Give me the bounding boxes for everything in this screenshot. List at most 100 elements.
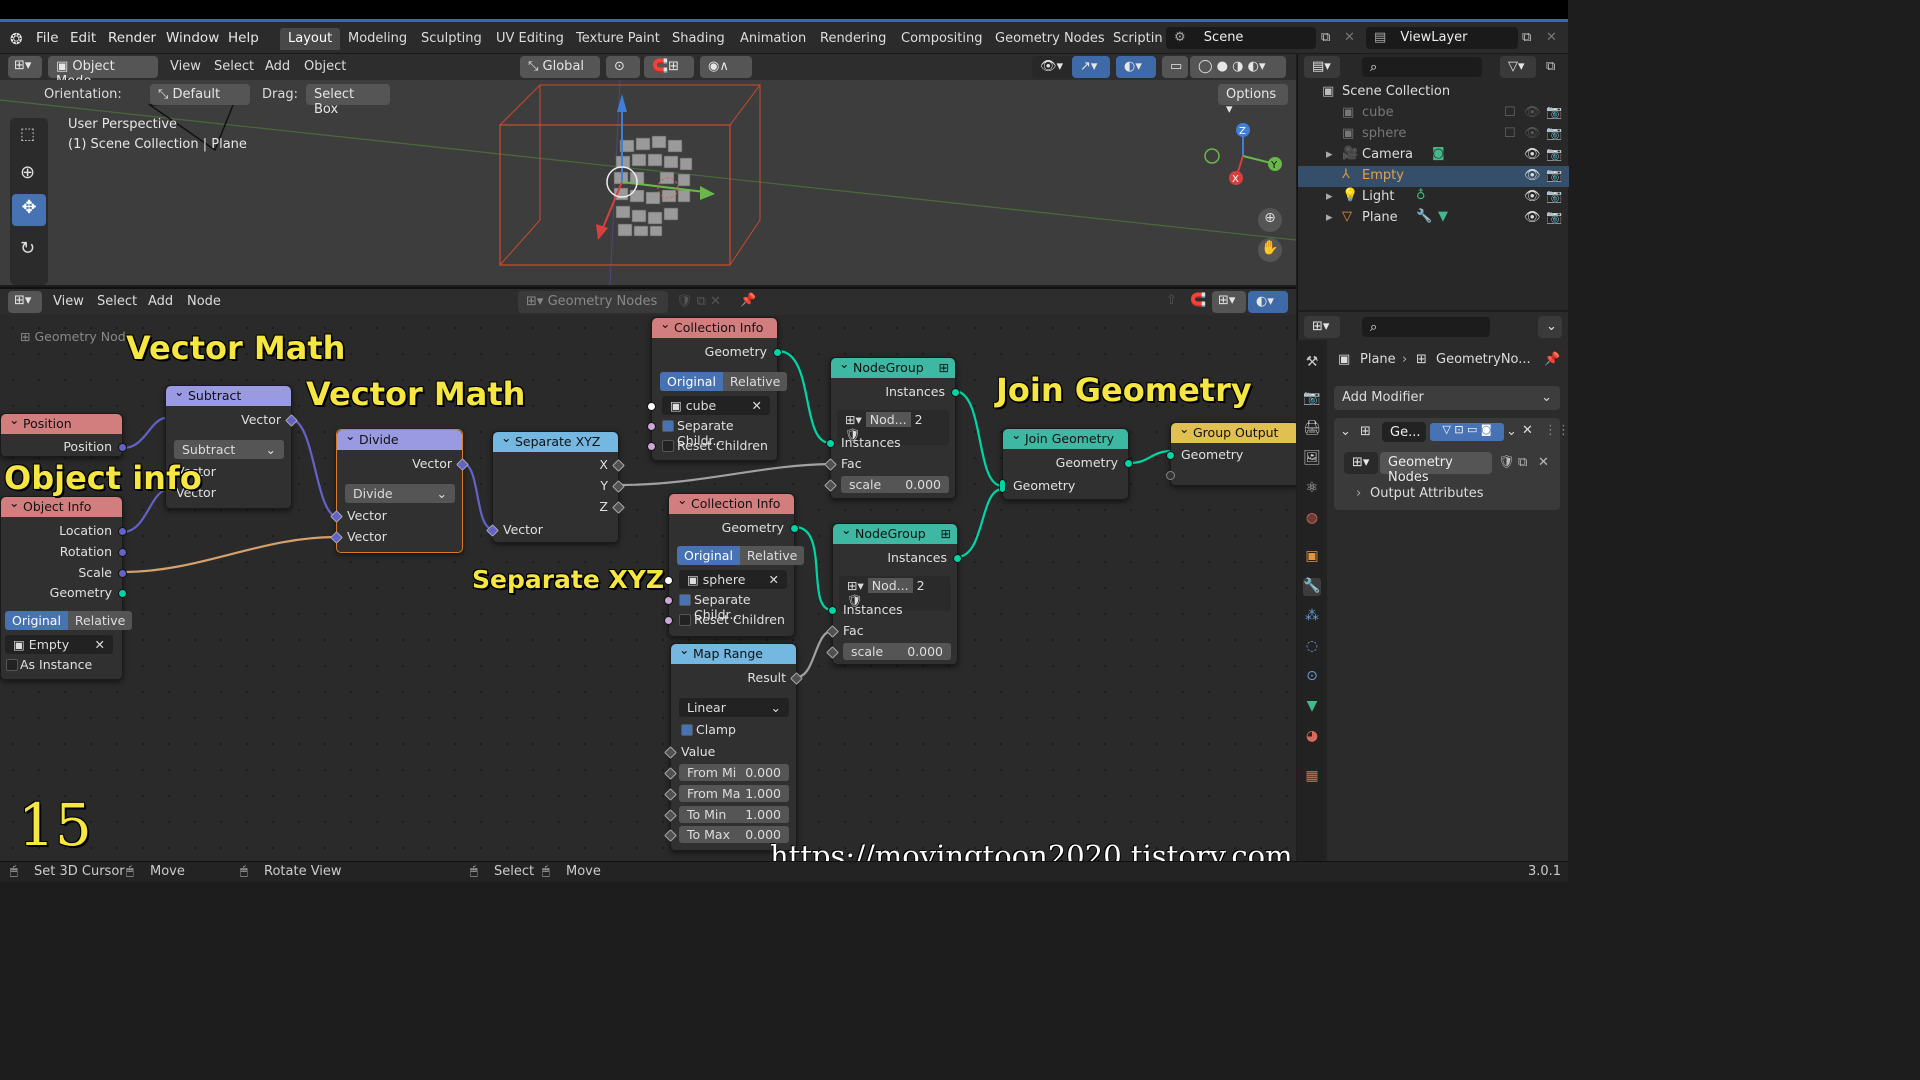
modifier-tab-icon[interactable]: 🔧 bbox=[1303, 578, 1321, 596]
input-socket[interactable] bbox=[826, 439, 835, 448]
snap-icon[interactable]: 🧲⊞ bbox=[644, 56, 694, 78]
new-collection-icon[interactable]: ⧉ bbox=[1546, 59, 1555, 74]
as-instance-checkbox[interactable] bbox=[6, 659, 18, 671]
outliner-row-camera[interactable]: ▸ 🎥 Camera ◙ 👁 📷 bbox=[1298, 145, 1569, 166]
reset-children-checkbox[interactable] bbox=[662, 440, 674, 452]
from-min-field[interactable]: From Mi 0.000 bbox=[679, 764, 789, 781]
tab-uv-editing[interactable]: UV Editing bbox=[488, 28, 572, 50]
navigation-gizmo[interactable]: Z Y X bbox=[1198, 116, 1288, 196]
relative-option[interactable]: Relative bbox=[739, 546, 805, 565]
orientation-dropdown[interactable]: ⤡ Default bbox=[150, 84, 250, 105]
node-map-range[interactable]: Map Range Result Linear⌄ Clamp Value Fro… bbox=[664, 642, 803, 851]
snap-icon[interactable]: 🧲 bbox=[1190, 293, 1206, 308]
separate-children-checkbox[interactable] bbox=[679, 594, 691, 606]
exclude-checkbox[interactable]: ☐ bbox=[1504, 105, 1516, 120]
particles-tab-icon[interactable]: ⁂ bbox=[1303, 608, 1321, 626]
menu-edit[interactable]: Edit bbox=[70, 30, 96, 46]
input-socket[interactable] bbox=[664, 616, 673, 625]
output-socket[interactable] bbox=[118, 548, 127, 557]
viewlayer-selector[interactable]: ▤ ViewLayer bbox=[1366, 27, 1518, 49]
add-modifier-button[interactable]: Add Modifier ⌄ bbox=[1334, 386, 1560, 410]
new-viewlayer-icon[interactable]: ⧉ bbox=[1522, 30, 1531, 45]
snap-type-icon[interactable]: ⊞▾ bbox=[1212, 291, 1246, 313]
reset-children-checkbox[interactable] bbox=[679, 614, 691, 626]
options-button[interactable]: Options ▾ bbox=[1218, 84, 1288, 117]
gizmo-icon[interactable]: ↗▾ bbox=[1072, 56, 1110, 78]
to-min-field[interactable]: To Min 1.000 bbox=[679, 806, 789, 823]
overlay-icon[interactable]: ◐▾ bbox=[1116, 56, 1156, 78]
object-tab-icon[interactable]: ▣ bbox=[1303, 548, 1321, 566]
menu-window[interactable]: Window bbox=[166, 30, 219, 46]
menu-render[interactable]: Render bbox=[108, 30, 156, 46]
original-option[interactable]: Original bbox=[677, 546, 740, 565]
material-tab-icon[interactable]: ◕ bbox=[1303, 728, 1321, 746]
constraints-tab-icon[interactable]: ⊙ bbox=[1303, 668, 1321, 686]
modifier-name-input[interactable]: Ge... bbox=[1382, 422, 1426, 442]
viewport-menu-add[interactable]: Add bbox=[265, 59, 290, 74]
camera-render-icon[interactable]: 📷 bbox=[1546, 105, 1562, 120]
fake-user-icon[interactable]: 🛡 ⧉ ✕ bbox=[676, 294, 721, 309]
node-nodegroup-2[interactable]: NodeGroup⊞ Instances ⊞▾ Nod... 2 🛡 Insta… bbox=[826, 522, 962, 665]
new-scene-icon[interactable]: ⧉ bbox=[1321, 30, 1330, 45]
eye-icon[interactable]: 👁 bbox=[1524, 210, 1541, 225]
node-nodegroup-1[interactable]: NodeGroup⊞ Instances ⊞▾ Nod... 2 🛡 Insta… bbox=[824, 356, 960, 499]
input-socket[interactable] bbox=[647, 402, 656, 411]
tab-animation[interactable]: Animation bbox=[732, 28, 814, 50]
output-socket[interactable] bbox=[773, 348, 782, 357]
outliner-editor-icon[interactable]: ▤▾ bbox=[1304, 56, 1340, 78]
outliner-row-empty[interactable]: ⅄ Empty 👁 📷 bbox=[1298, 166, 1569, 187]
transform-orientation[interactable]: ⤡ Global bbox=[520, 56, 600, 78]
xray-icon[interactable]: ▭ bbox=[1162, 56, 1188, 78]
rotate-tool-icon[interactable]: ↻ bbox=[20, 238, 35, 259]
node-header[interactable]: Object Info bbox=[1, 495, 122, 517]
eye-icon[interactable]: 👁 bbox=[1524, 126, 1541, 141]
tab-rendering[interactable]: Rendering bbox=[812, 28, 894, 50]
original-option[interactable]: Original bbox=[660, 372, 723, 391]
remove-viewlayer-icon[interactable]: ✕ bbox=[1546, 30, 1557, 45]
node-menu-select[interactable]: Select bbox=[97, 294, 137, 309]
parent-tree-icon[interactable]: ⇧ bbox=[1166, 293, 1177, 308]
pin-icon[interactable]: 📌 bbox=[1544, 352, 1560, 367]
outliner-row-plane[interactable]: ▸ ▽ Plane 🔧 ▼ 👁 📷 bbox=[1298, 208, 1569, 229]
overlay-icon[interactable]: ◐▾ bbox=[1248, 291, 1288, 313]
clamp-checkbox[interactable] bbox=[681, 724, 693, 736]
input-socket[interactable] bbox=[1166, 471, 1175, 480]
modifier-toggles[interactable]: ▽ ⊡ ▭ ◙ bbox=[1430, 423, 1504, 441]
input-socket[interactable] bbox=[664, 596, 673, 605]
remove-scene-icon[interactable]: ✕ bbox=[1344, 30, 1355, 45]
node-header[interactable]: Map Range bbox=[671, 642, 796, 664]
node-separate-xyz[interactable]: Separate XYZ X Y Z Vector bbox=[486, 430, 625, 543]
operation-dropdown[interactable]: Divide ⌄ bbox=[345, 484, 455, 503]
eye-icon[interactable]: 👁 bbox=[1524, 168, 1541, 183]
node-header[interactable]: Collection Info bbox=[669, 492, 794, 514]
outliner-row-scene-collection[interactable]: ▣ Scene Collection bbox=[1298, 82, 1569, 103]
unlink-icon[interactable]: ✕ bbox=[1538, 455, 1549, 470]
node-menu-view[interactable]: View bbox=[53, 294, 84, 309]
viewport-3d[interactable]: User Perspective (1) Scene Collection | … bbox=[0, 80, 1296, 285]
collection-field[interactable]: ▣ cube ✕ bbox=[662, 396, 770, 415]
drag-dropdown[interactable]: Select Box bbox=[306, 84, 390, 117]
render-tab-icon[interactable]: 📷 bbox=[1303, 390, 1321, 408]
input-socket[interactable] bbox=[1166, 451, 1175, 460]
outliner-row-light[interactable]: ▸ 💡 Light ♁ 👁 📷 bbox=[1298, 187, 1569, 208]
dropdown-icon[interactable]: ⌄ bbox=[1506, 424, 1517, 439]
tab-sculpting[interactable]: Sculpting bbox=[413, 28, 490, 50]
node-header[interactable]: NodeGroup ⊞ bbox=[831, 356, 955, 378]
node-header[interactable]: Join Geometry bbox=[1003, 427, 1128, 449]
eye-icon[interactable]: 👁 bbox=[1524, 189, 1541, 204]
viewport-menu-view[interactable]: View bbox=[170, 59, 201, 74]
pan-hand-icon[interactable]: ✋ bbox=[1258, 238, 1282, 262]
clear-icon[interactable]: ✕ bbox=[752, 398, 762, 413]
pin-icon[interactable]: 📌 bbox=[740, 293, 756, 308]
input-socket[interactable] bbox=[647, 442, 656, 451]
scene-selector[interactable]: ⚙ Scene bbox=[1166, 27, 1316, 49]
node-header[interactable]: Position bbox=[1, 412, 122, 434]
node-header[interactable]: Separate XYZ bbox=[493, 430, 618, 452]
original-option[interactable]: Original bbox=[5, 611, 68, 630]
blender-logo-icon[interactable]: ❂ bbox=[10, 30, 23, 48]
texture-tab-icon[interactable]: ▦ bbox=[1303, 768, 1321, 786]
camera-render-icon[interactable]: 📷 bbox=[1546, 168, 1562, 183]
collapse-icon[interactable]: ⌄ bbox=[1340, 424, 1351, 439]
data-tab-icon[interactable]: ▼ bbox=[1303, 698, 1321, 716]
duplicate-icon[interactable]: ⧉ bbox=[1518, 455, 1527, 470]
